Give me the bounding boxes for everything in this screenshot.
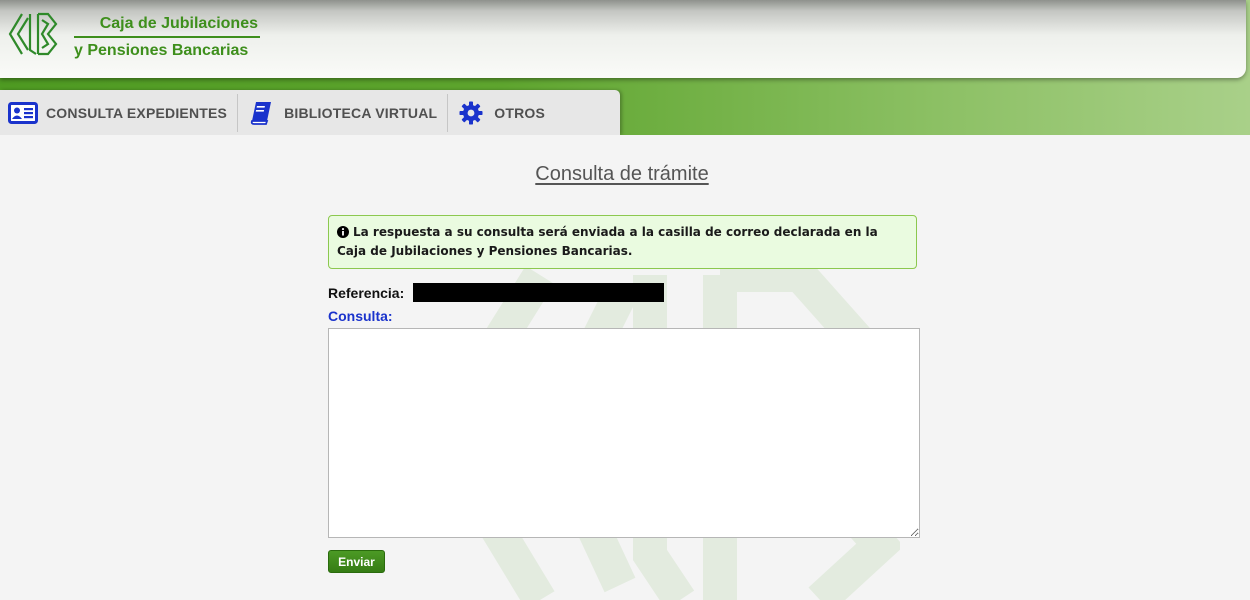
tab-label: BIBLIOTECA VIRTUAL	[284, 104, 438, 121]
site-header: Caja de Jubilaciones y Pensiones Bancari…	[0, 0, 1246, 78]
send-button[interactable]: Enviar	[328, 550, 385, 573]
reference-value-redacted	[413, 283, 665, 302]
consulta-label: Consulta:	[328, 308, 393, 324]
main-nav: CONSULTA EXPEDIENTES BIBLIOTECA VIRTUAL	[0, 90, 620, 135]
info-message: La respuesta a su consulta será enviada …	[337, 225, 878, 258]
tab-consulta-expedientes[interactable]: CONSULTA EXPEDIENTES	[0, 93, 239, 132]
main-content: Consulta de trámite La respuesta a su co…	[0, 135, 1250, 600]
tab-label: CONSULTA EXPEDIENTES	[46, 104, 228, 121]
consulta-textarea[interactable]	[328, 328, 920, 538]
cjb-logo-icon[interactable]	[8, 10, 60, 58]
info-alert: La respuesta a su consulta será enviada …	[328, 215, 917, 269]
reference-row: Referencia:	[328, 283, 665, 302]
organization-name[interactable]: Caja de Jubilaciones y Pensiones Bancari…	[74, 12, 260, 64]
org-name-line2: y Pensiones Bancarias	[74, 42, 249, 59]
tab-biblioteca-virtual[interactable]: BIBLIOTECA VIRTUAL	[238, 93, 449, 132]
tab-label: OTROS	[494, 104, 546, 121]
page-title-text: Consulta de trámite	[535, 163, 709, 185]
tab-otros[interactable]: OTROS	[448, 94, 555, 132]
id-card-icon	[8, 101, 38, 125]
book-icon	[246, 101, 276, 125]
org-name-line1: Caja de Jubilaciones	[74, 12, 260, 38]
gear-icon	[456, 101, 486, 125]
page-title: Consulta de trámite	[0, 163, 1244, 186]
page: Caja de Jubilaciones y Pensiones Bancari…	[0, 0, 1250, 600]
reference-label: Referencia:	[328, 284, 405, 301]
info-circle-icon	[337, 226, 349, 238]
